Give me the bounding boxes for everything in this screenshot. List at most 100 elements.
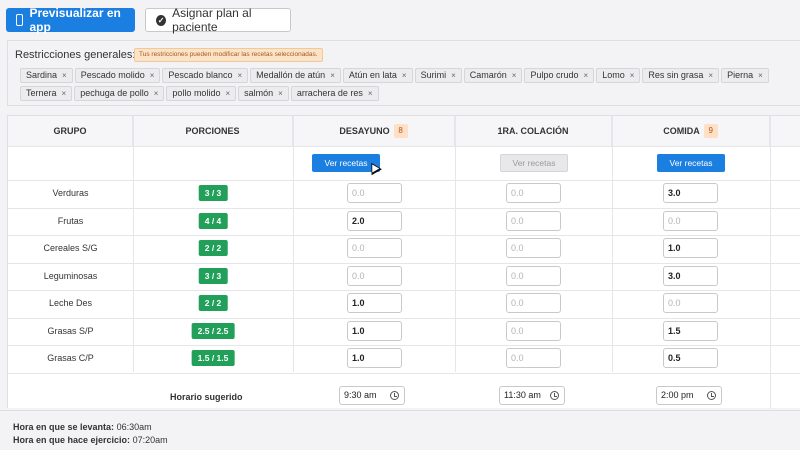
- remove-chip-icon[interactable]: ×: [402, 69, 407, 82]
- assign-plan-button[interactable]: ✓ Asignar plan al paciente: [145, 6, 291, 34]
- remove-chip-icon[interactable]: ×: [630, 69, 635, 82]
- remove-chip-icon[interactable]: ×: [62, 69, 67, 82]
- portion-badge: 2 / 2: [198, 240, 228, 256]
- comida-portion-input[interactable]: 1.0: [663, 238, 718, 258]
- header-grupo: GRUPO: [8, 116, 133, 146]
- clock-icon: [707, 391, 716, 400]
- column-divider: [293, 116, 294, 372]
- row-divider: [8, 180, 800, 181]
- portion-badge: 2.5 / 2.5: [191, 322, 235, 339]
- header-desayuno: DESAYUNO 8: [293, 116, 455, 146]
- row-divider: [8, 146, 800, 147]
- remove-chip-icon[interactable]: ×: [278, 87, 283, 100]
- restriction-chip: salmón ×: [238, 86, 289, 101]
- portion-badge: 3 / 3: [198, 185, 228, 201]
- restriction-chip: Sardina ×: [20, 68, 73, 83]
- desayuno-portion-input[interactable]: 0.0: [347, 183, 402, 203]
- preview-in-app-label: Previsualizar en app: [29, 6, 121, 34]
- restriction-chip-label: salmón: [244, 88, 274, 98]
- clock-icon: [390, 391, 399, 400]
- header-comida: COMIDA 9: [612, 116, 770, 146]
- desayuno-portion-input[interactable]: 1.0: [347, 320, 402, 341]
- colacion-portion-input[interactable]: 0.0: [506, 320, 561, 341]
- comida-portion-input[interactable]: 0.5: [663, 348, 718, 368]
- desayuno-portion-input[interactable]: 1.0: [347, 293, 402, 313]
- restriction-chip-label: Lomo: [602, 70, 625, 80]
- restriction-chip-label: Pescado molido: [80, 70, 145, 80]
- restrictions-warning: Tus restricciones pueden modificar las r…: [134, 48, 323, 62]
- preview-in-app-button[interactable]: Previsualizar en app: [6, 6, 135, 34]
- desayuno-time-picker[interactable]: 9:30 am: [339, 386, 405, 405]
- grupo-cell: Leche Des: [48, 298, 93, 308]
- comida-portion-input[interactable]: 3.0: [663, 183, 718, 203]
- remove-chip-icon[interactable]: ×: [150, 69, 155, 82]
- clock-icon: [550, 391, 559, 400]
- restriction-chip-label: Camarón: [469, 70, 507, 80]
- comida-time-picker[interactable]: 2:00 pm: [656, 386, 722, 405]
- remove-chip-icon[interactable]: ×: [154, 87, 159, 100]
- row-divider: [8, 207, 800, 209]
- remove-chip-icon[interactable]: ×: [758, 69, 763, 82]
- restriction-chip: Lomo ×: [596, 68, 641, 83]
- restriction-chip: pollo molido ×: [166, 86, 237, 101]
- comida-portion-input[interactable]: 3.0: [663, 265, 718, 286]
- desayuno-portion-input[interactable]: 0.0: [347, 238, 402, 258]
- row-divider: [8, 290, 800, 291]
- restriction-chip: pechuga de pollo ×: [74, 86, 165, 101]
- top-toolbar: Previsualizar en app ✓ Asignar plan al p…: [0, 0, 800, 40]
- grupo-cell: Frutas: [57, 215, 84, 226]
- desayuno-portion-input[interactable]: 2.0: [347, 210, 402, 231]
- restriction-chip: Surimi ×: [414, 68, 462, 83]
- restriction-chip-label: Sardina: [26, 70, 58, 80]
- remove-chip-icon[interactable]: ×: [225, 87, 230, 100]
- desayuno-portion-input[interactable]: 0.0: [347, 265, 402, 286]
- general-restrictions-panel: Restricciones generales: Tus restriccion…: [7, 40, 800, 106]
- restriction-chip-label: Pulpo crudo: [530, 70, 579, 80]
- restriction-chip-label: pechuga de pollo: [80, 88, 149, 98]
- comida-portion-input[interactable]: 0.0: [663, 293, 718, 313]
- row-divider: [8, 235, 800, 236]
- colacion-portion-input[interactable]: 0.0: [506, 348, 561, 368]
- colacion-portion-input[interactable]: 0.0: [506, 210, 561, 231]
- comida-portion-input[interactable]: 0.0: [663, 210, 718, 231]
- check-circle-icon: ✓: [156, 14, 167, 26]
- remove-chip-icon[interactable]: ×: [512, 69, 517, 82]
- column-divider: [612, 116, 613, 372]
- column-divider: [770, 116, 771, 409]
- ver-recetas-comida-button[interactable]: Ver recetas: [657, 154, 725, 172]
- column-divider: [133, 116, 134, 372]
- restriction-chip: Pescado molido ×: [74, 68, 161, 83]
- ver-recetas-colacion-button[interactable]: Ver recetas: [500, 154, 568, 172]
- restriction-chip-label: Res sin grasa: [648, 70, 704, 80]
- colacion-portion-input[interactable]: 0.0: [506, 293, 561, 313]
- colacion-portion-input[interactable]: 0.0: [506, 183, 561, 203]
- restriction-chip-label: pollo molido: [172, 88, 221, 98]
- restriction-chip-label: arrachera de res: [296, 88, 363, 98]
- header-next-column: [770, 116, 800, 146]
- restriction-chip: Pescado blanco ×: [162, 68, 249, 83]
- grupo-cell: Leguminosas: [43, 270, 98, 281]
- comida-portion-input[interactable]: 1.5: [663, 320, 718, 341]
- remove-chip-icon[interactable]: ×: [237, 69, 242, 82]
- colacion-time-picker[interactable]: 11:30 am: [499, 386, 565, 405]
- remove-chip-icon[interactable]: ×: [330, 69, 335, 82]
- portion-badge: 4 / 4: [198, 212, 228, 229]
- restriction-chip-label: Medallón de atún: [256, 70, 326, 80]
- remove-chip-icon[interactable]: ×: [708, 69, 713, 82]
- colacion-portion-input[interactable]: 0.0: [506, 265, 561, 286]
- grupo-cell: Grasas S/P: [47, 325, 94, 336]
- portion-badge: 3 / 3: [198, 267, 228, 284]
- remove-chip-icon[interactable]: ×: [584, 69, 589, 82]
- remove-chip-icon[interactable]: ×: [62, 87, 67, 100]
- remove-chip-icon[interactable]: ×: [368, 87, 373, 100]
- grupo-cell: Cereales S/G: [43, 243, 98, 253]
- colacion-portion-input[interactable]: 0.0: [506, 238, 561, 258]
- horario-sugerido-label: Horario sugerido: [170, 392, 243, 402]
- restriction-chip: Res sin grasa ×: [642, 68, 720, 83]
- desayuno-portion-input[interactable]: 1.0: [347, 348, 402, 368]
- exercise-time-line: Hora en que hace ejercicio: 07:20am: [13, 435, 168, 445]
- header-porciones: PORCIONES: [133, 116, 293, 146]
- remove-chip-icon[interactable]: ×: [451, 69, 456, 82]
- restriction-chips: Sardina × Pescado molido × Pescado blanco × Me…: [20, 68, 800, 101]
- header-colacion: 1RA. COLACIÓN: [455, 116, 612, 146]
